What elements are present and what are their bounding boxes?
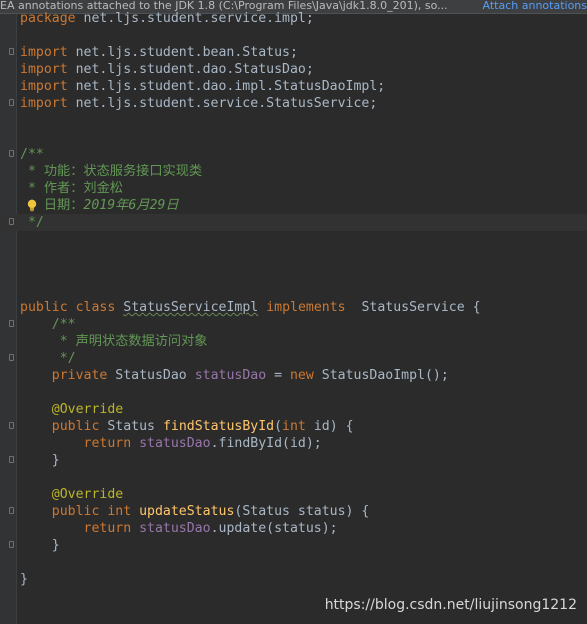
code-line-package[interactable]: package net.ljs.student.service.impl; xyxy=(0,10,587,27)
fold-marker-icon[interactable] xyxy=(9,456,14,463)
fold-marker-icon[interactable] xyxy=(9,541,14,548)
return-type: Status xyxy=(99,419,163,434)
class-name: StatusServiceImpl xyxy=(123,300,259,315)
import-keyword: import xyxy=(20,96,68,111)
doc-comment-date: 2019年6月29日 xyxy=(83,198,179,213)
close-brace: } xyxy=(20,538,60,553)
doc-comment-open: /** xyxy=(20,317,76,332)
int-keyword: int xyxy=(282,419,306,434)
lightbulb-icon[interactable] xyxy=(26,199,38,212)
code-line-doc[interactable]: * 日期：2019年6月29日 xyxy=(0,197,587,214)
code-line-blank[interactable] xyxy=(0,129,587,146)
field-name: statusDao xyxy=(194,368,267,383)
import-keyword: import xyxy=(20,45,68,60)
int-keyword: int xyxy=(99,504,132,519)
code-line-doc-close[interactable]: */ xyxy=(0,214,587,231)
doc-comment-field: * 声明状态数据访问对象 xyxy=(20,334,208,349)
code-line-method-decl[interactable]: public Status findStatusById(int id) { xyxy=(0,418,587,435)
code-line-import[interactable]: import net.ljs.student.dao.StatusDao; xyxy=(0,61,587,78)
import-path: net.ljs.student.dao.StatusDao; xyxy=(67,62,314,77)
fold-marker-icon[interactable] xyxy=(9,48,14,55)
code-line-doc-open[interactable]: /** xyxy=(0,146,587,163)
new-keyword: new xyxy=(289,368,314,383)
method-name: updateStatus xyxy=(131,504,235,519)
method-call: .update(status); xyxy=(210,521,338,536)
code-line-doc-close[interactable]: */ xyxy=(0,350,587,367)
code-line-annotation[interactable]: @Override xyxy=(0,486,587,503)
public-keyword: public xyxy=(20,419,100,434)
fold-marker-icon[interactable] xyxy=(9,150,14,157)
override-annotation: @Override xyxy=(51,487,124,502)
code-line-blank[interactable] xyxy=(0,469,587,486)
import-path: net.ljs.student.service.StatusService; xyxy=(67,96,378,111)
code-line-field[interactable]: private StatusDao statusDao = new Status… xyxy=(0,367,587,384)
code-line-import[interactable]: import net.ljs.student.dao.impl.StatusDa… xyxy=(0,78,587,95)
interface-name: StatusService { xyxy=(345,300,481,315)
code-line-doc[interactable]: * 功能：状态服务接口实现类 xyxy=(0,163,587,180)
code-line-annotation[interactable]: @Override xyxy=(0,401,587,418)
code-line-close-brace[interactable]: } xyxy=(0,452,587,469)
method-params: id) { xyxy=(305,419,354,434)
doc-comment-close: */ xyxy=(20,215,44,230)
code-line-method-decl[interactable]: public int updateStatus(Status status) { xyxy=(0,503,587,520)
code-line-blank[interactable] xyxy=(0,112,587,129)
code-line-close-brace[interactable]: } xyxy=(0,537,587,554)
code-line-return[interactable]: return statusDao.findById(id); xyxy=(0,435,587,452)
import-keyword: import xyxy=(20,79,68,94)
field-ref: statusDao xyxy=(131,436,211,451)
code-line-import[interactable]: import net.ljs.student.service.StatusSer… xyxy=(0,95,587,112)
public-keyword: public xyxy=(20,504,100,519)
package-name: net.ljs.student.service.impl; xyxy=(75,11,314,26)
close-brace: } xyxy=(20,453,60,468)
private-keyword: private xyxy=(20,368,108,383)
public-keyword: public xyxy=(20,300,68,315)
method-call: .findById(id); xyxy=(210,436,322,451)
override-annotation: @Override xyxy=(51,402,124,417)
watermark-url: https://blog.csdn.net/liujinsong1212 xyxy=(324,597,577,613)
code-line-doc[interactable]: * 声明状态数据访问对象 xyxy=(0,333,587,350)
code-line-class-decl[interactable]: public class StatusServiceImpl implement… xyxy=(0,299,587,316)
import-path: net.ljs.student.bean.Status; xyxy=(67,45,298,60)
code-line-return[interactable]: return statusDao.update(status); xyxy=(0,520,587,537)
method-params: (Status status) { xyxy=(234,504,370,519)
field-ref: statusDao xyxy=(131,521,211,536)
return-keyword: return xyxy=(20,436,132,451)
return-keyword: return xyxy=(20,521,132,536)
fold-marker-icon[interactable] xyxy=(9,218,14,225)
implements-keyword: implements xyxy=(266,300,346,315)
class-close-brace: } xyxy=(20,572,28,587)
code-line-blank[interactable] xyxy=(0,384,587,401)
field-initializer: StatusDaoImpl(); xyxy=(313,368,449,383)
import-keyword: import xyxy=(20,62,68,77)
fold-marker-icon[interactable] xyxy=(9,320,14,327)
doc-comment-open: /** xyxy=(20,147,44,162)
doc-comment-author: * 作者：刘金松 xyxy=(20,181,123,196)
code-line-class-close[interactable]: } xyxy=(0,571,587,588)
assign-operator: = xyxy=(266,368,290,383)
code-line-doc-open[interactable]: /** xyxy=(0,316,587,333)
code-editor[interactable]: package net.ljs.student.service.impl; im… xyxy=(0,10,587,624)
field-type: StatusDao xyxy=(107,368,195,383)
doc-comment-function: * 功能：状态服务接口实现类 xyxy=(20,164,203,179)
code-line-blank[interactable] xyxy=(0,265,587,282)
code-line-blank[interactable] xyxy=(0,282,587,299)
code-line-blank[interactable] xyxy=(0,248,587,265)
code-line-blank[interactable] xyxy=(0,27,587,44)
code-line-import[interactable]: import net.ljs.student.bean.Status; xyxy=(0,44,587,61)
import-path: net.ljs.student.dao.impl.StatusDaoImpl; xyxy=(67,79,386,94)
fold-marker-icon[interactable] xyxy=(9,354,14,361)
code-line-blank[interactable] xyxy=(0,554,587,571)
package-keyword: package xyxy=(20,11,76,26)
code-line-doc[interactable]: * 作者：刘金松 xyxy=(0,180,587,197)
doc-comment-close: */ xyxy=(20,351,76,366)
code-line-blank[interactable] xyxy=(0,231,587,248)
fold-marker-icon[interactable] xyxy=(9,422,14,429)
fold-marker-icon[interactable] xyxy=(9,507,14,514)
paren-open: ( xyxy=(274,419,283,434)
method-name: findStatusById xyxy=(162,419,275,434)
class-keyword: class xyxy=(75,300,116,315)
fold-marker-icon[interactable] xyxy=(9,99,14,106)
